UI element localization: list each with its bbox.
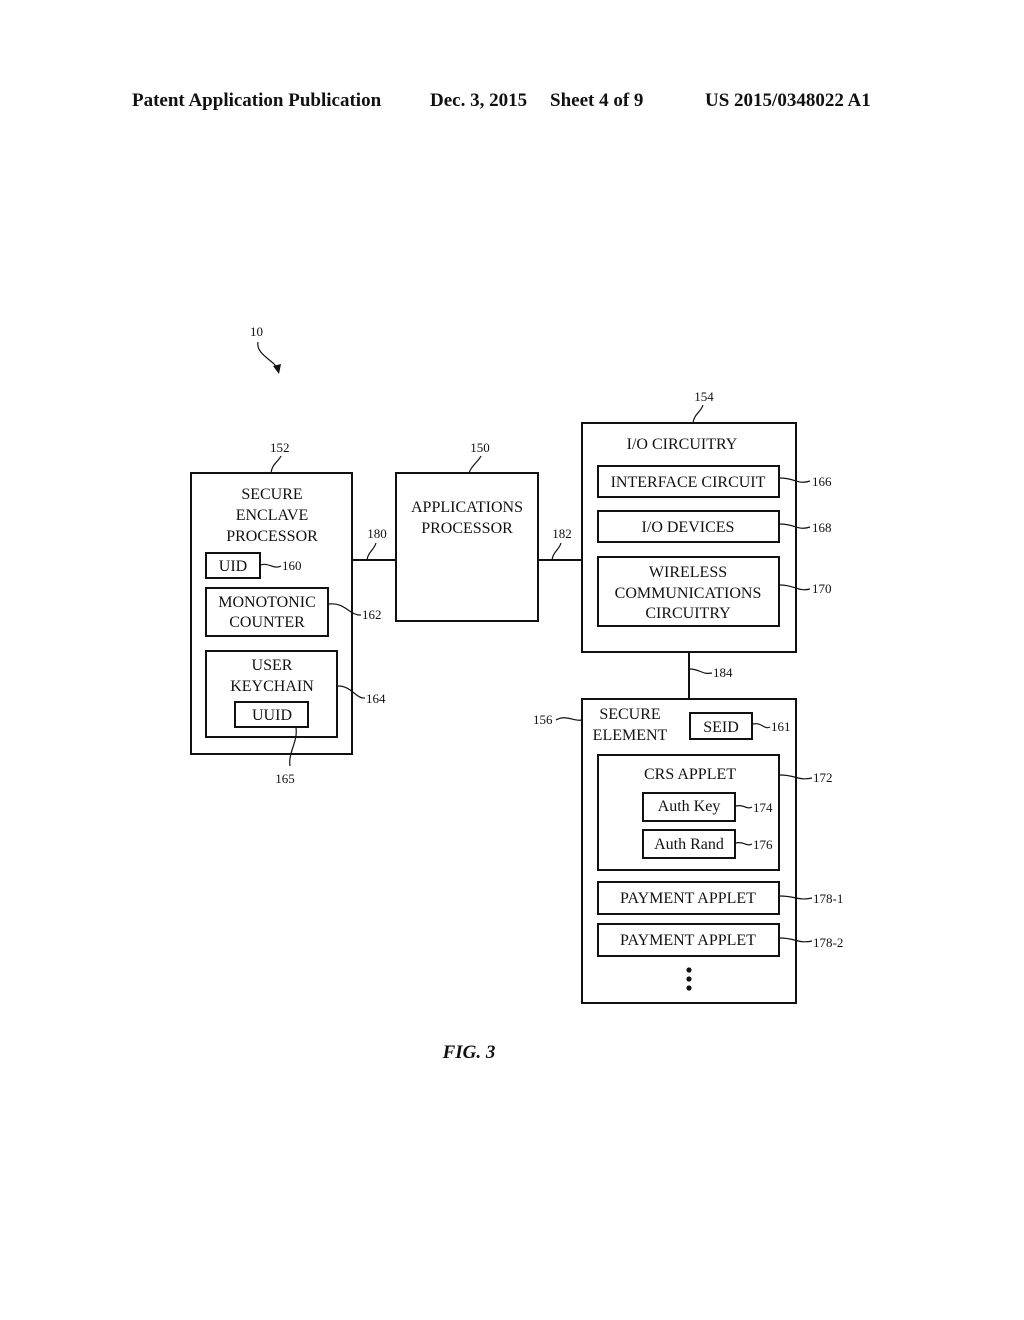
io-circuitry: 154 I/O CIRCUITRY INTERFACE CIRCUIT 166 … xyxy=(581,389,832,653)
sep-title-3: PROCESSOR xyxy=(226,528,318,545)
ref-178-1: 178-1 xyxy=(813,891,843,906)
ref-150: 150 xyxy=(470,440,490,455)
ref-174: 174 xyxy=(753,800,773,815)
wireless-label-1: WIRELESS xyxy=(649,564,727,581)
sep-title-2: ENCLAVE xyxy=(236,507,309,524)
wireless-label-2: COMMUNICATIONS xyxy=(615,585,762,602)
io-title: I/O CIRCUITRY xyxy=(627,436,738,453)
ref-172: 172 xyxy=(813,770,833,785)
arrow-icon xyxy=(273,364,281,374)
se-title-2: ELEMENT xyxy=(593,727,668,744)
secure-enclave-processor: 152 SECURE ENCLAVE PROCESSOR UID 160 MON… xyxy=(190,440,386,786)
ref-182: 182 xyxy=(552,526,572,541)
secure-element: 156 SECURE ELEMENT SEID 161 CRS APPLET 1… xyxy=(533,698,843,1004)
ap-title-2: PROCESSOR xyxy=(421,520,513,537)
sep-title-1: SECURE xyxy=(241,486,302,503)
keychain-label-1: USER xyxy=(252,657,293,674)
ref-184: 184 xyxy=(713,665,733,680)
seid-label: SEID xyxy=(703,719,739,736)
ref-178-2: 178-2 xyxy=(813,935,843,950)
uid-label: UID xyxy=(219,558,247,575)
ref-152: 152 xyxy=(270,440,290,455)
ref-176: 176 xyxy=(753,837,773,852)
counter-label-1: MONOTONIC xyxy=(218,594,315,611)
figure-caption: FIG. 3 xyxy=(442,1042,496,1063)
ref-168: 168 xyxy=(812,520,832,535)
counter-label-2: COUNTER xyxy=(229,614,305,631)
uuid-label: UUID xyxy=(252,707,292,724)
ref-162: 162 xyxy=(362,607,382,622)
applications-processor: 150 APPLICATIONS PROCESSOR xyxy=(395,440,539,622)
ref-165: 165 xyxy=(275,771,295,786)
payment-applet-1-label: PAYMENT APPLET xyxy=(620,890,756,907)
ref-161: 161 xyxy=(771,719,791,734)
interface-circuit-label: INTERFACE CIRCUIT xyxy=(611,474,766,491)
ref-180: 180 xyxy=(367,526,387,541)
ref-166: 166 xyxy=(812,474,832,489)
auth-key-label: Auth Key xyxy=(658,798,721,815)
ellipsis-icon xyxy=(686,967,692,991)
keychain-label-2: KEYCHAIN xyxy=(230,678,314,695)
ref-device: 10 xyxy=(250,324,263,339)
ap-title-1: APPLICATIONS xyxy=(411,499,523,516)
ref-160: 160 xyxy=(282,558,302,573)
block-diagram: 10 152 SECURE ENCLAVE PROCESSOR UID 160 … xyxy=(190,324,843,1063)
payment-applet-2-label: PAYMENT APPLET xyxy=(620,932,756,949)
io-devices-label: I/O DEVICES xyxy=(642,519,735,536)
ref-156: 156 xyxy=(533,712,553,727)
ref-164: 164 xyxy=(366,691,386,706)
se-title-1: SECURE xyxy=(599,706,660,723)
ref-170: 170 xyxy=(812,581,832,596)
auth-rand-label: Auth Rand xyxy=(654,836,724,853)
ref-154: 154 xyxy=(694,389,714,404)
wireless-label-3: CIRCUITRY xyxy=(645,605,731,622)
crs-applet-label: CRS APPLET xyxy=(644,766,736,783)
